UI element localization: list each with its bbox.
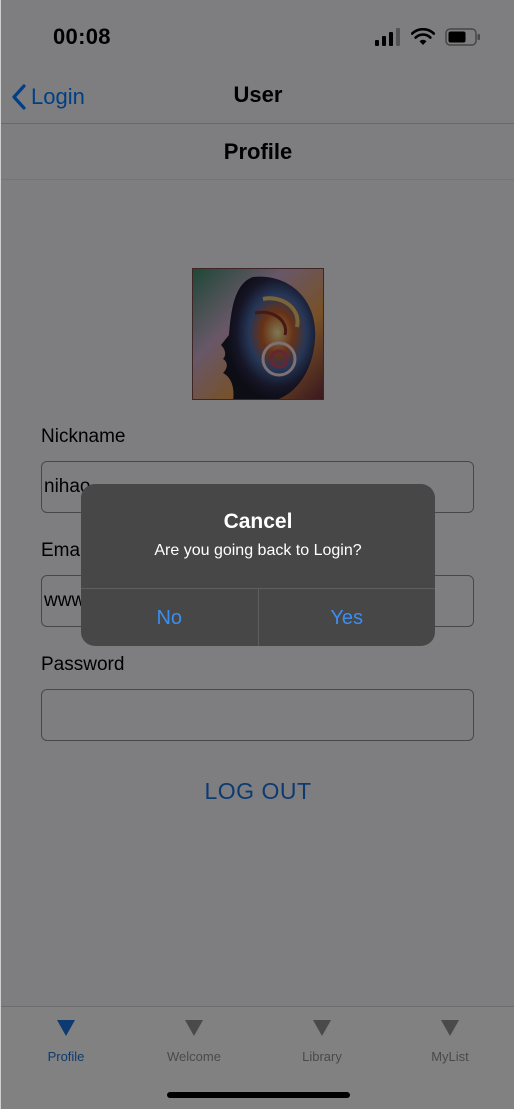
alert-yes-button[interactable]: Yes (259, 589, 436, 646)
alert-title: Cancel (223, 510, 293, 533)
alert-message: Are you going back to Login? (154, 542, 362, 559)
alert-no-button[interactable]: No (81, 589, 259, 646)
alert-dialog: Cancel Are you going back to Login? No Y… (81, 484, 435, 646)
screen: 00:08 Login User Profile Nickname nihao … (0, 0, 514, 1109)
alert-buttons: No Yes (81, 588, 435, 646)
